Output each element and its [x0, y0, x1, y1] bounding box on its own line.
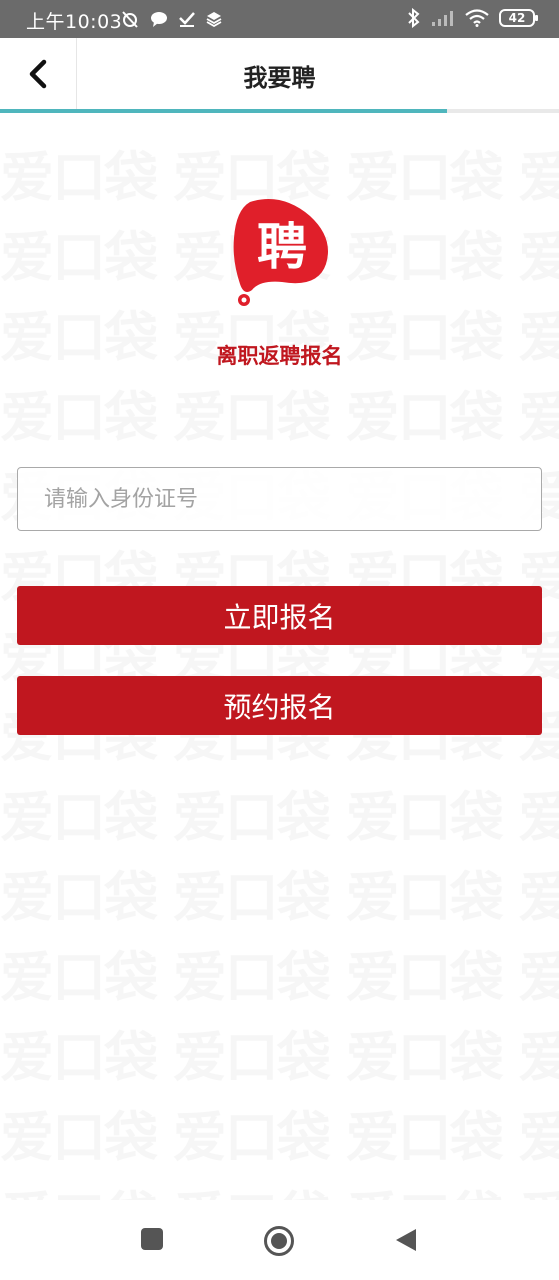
id-number-input[interactable]	[17, 467, 542, 531]
watermark-row: 爱口袋 爱口袋 爱口袋 爱口袋	[0, 373, 559, 452]
chevron-left-icon	[29, 59, 47, 89]
watermark-row: 爱口袋 爱口袋 爱口袋 爱口袋	[0, 1013, 559, 1092]
layers-icon	[206, 12, 222, 27]
watermark-row: 爱口袋 爱口袋 爱口袋 爱口袋	[0, 933, 559, 1012]
watermark-row: 爱口袋 爱口袋 爱口袋 爱口袋	[0, 1093, 559, 1172]
watermark-row: 爱口袋 爱口袋 爱口袋 爱口袋	[0, 773, 559, 852]
signal-icon	[432, 11, 453, 26]
check-icon	[179, 12, 195, 27]
register-now-button[interactable]: 立即报名	[17, 586, 542, 645]
wifi-icon	[465, 9, 489, 27]
battery-indicator: 42	[499, 9, 538, 27]
logo-caption: 离职返聘报名	[216, 344, 343, 368]
loading-progress-bar	[0, 109, 448, 113]
square-icon[interactable]	[140, 1227, 164, 1251]
system-icons: 42	[407, 8, 538, 28]
alarm-off-icon	[122, 11, 138, 28]
bluetooth-icon	[408, 8, 420, 28]
triangle-left-icon[interactable]	[394, 1227, 418, 1253]
logo-glyph: 聘	[257, 217, 307, 276]
circle-icon[interactable]	[263, 1225, 295, 1257]
reserve-register-button[interactable]: 预约报名	[17, 676, 542, 735]
status-time: 上午10:03	[26, 11, 123, 33]
watermark-row: 爱口袋 爱口袋 爱口袋 爱口袋	[0, 1173, 559, 1200]
chat-bubble-icon	[151, 12, 167, 27]
app-header: 我要聘	[0, 38, 559, 110]
status-bar: 上午10:03 42	[0, 0, 559, 38]
system-nav-bar	[0, 1200, 559, 1280]
page-title: 我要聘	[243, 64, 316, 92]
watermark-row: 爱口袋 爱口袋 爱口袋 爱口袋	[0, 853, 559, 932]
notification-icons	[120, 9, 222, 29]
recruit-logo-icon: 聘	[233, 199, 328, 306]
back-button[interactable]	[0, 38, 77, 110]
